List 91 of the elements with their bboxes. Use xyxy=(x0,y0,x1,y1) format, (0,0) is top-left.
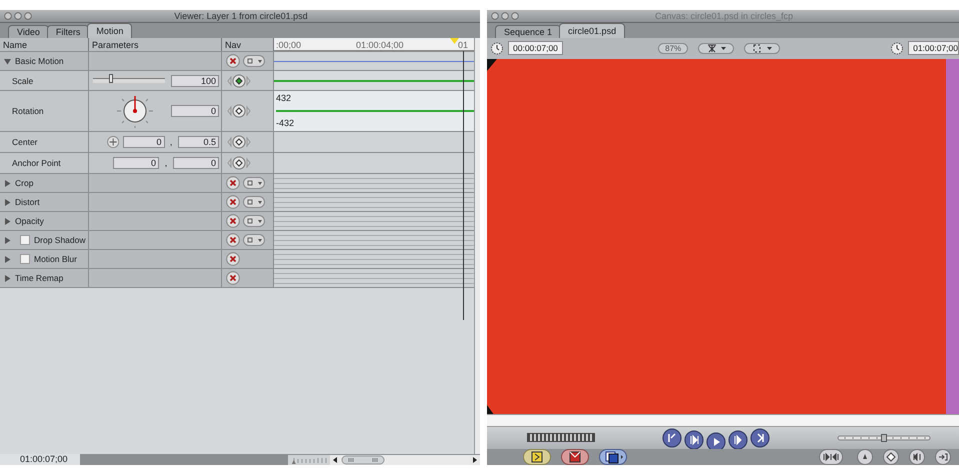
timecode-field[interactable]: 01:00:07;00 xyxy=(908,41,959,56)
row-label: Basic Motion xyxy=(15,56,64,66)
column-header: Name xyxy=(3,40,28,50)
disclosure-triangle-icon[interactable] xyxy=(4,180,11,186)
overlay-popup[interactable] xyxy=(698,42,734,54)
reset-icon[interactable] xyxy=(226,214,240,228)
row-label: Rotation xyxy=(12,106,44,116)
view-popup[interactable] xyxy=(744,42,780,54)
crosshair-button-icon[interactable] xyxy=(106,135,120,149)
value-field[interactable]: 100 xyxy=(171,74,219,86)
value-field[interactable]: 0.5 xyxy=(178,136,219,148)
shuttle-slider[interactable] xyxy=(837,434,931,442)
reset-icon[interactable] xyxy=(226,54,240,68)
insert-edit-icon[interactable] xyxy=(523,448,551,465)
window-title: Viewer: Layer 1 from circle01.psd xyxy=(173,11,309,21)
export-icon[interactable] xyxy=(935,448,951,465)
horizontal-scroll-bar[interactable] xyxy=(340,454,470,464)
expanded-triangle-icon[interactable] xyxy=(4,58,11,64)
keyframe-button-icon[interactable] xyxy=(226,104,252,118)
column-header: Parameters xyxy=(92,40,139,50)
zoom-slider[interactable] xyxy=(288,454,330,464)
play-in-to-out-icon[interactable] xyxy=(684,430,704,450)
row-label: Anchor Point xyxy=(12,158,61,168)
clock-icon xyxy=(490,41,504,56)
marker-icon[interactable] xyxy=(857,448,873,465)
tab[interactable]: Filters xyxy=(46,25,90,38)
scroll-right-icon[interactable] xyxy=(470,454,480,464)
ruler-label: :00;00 xyxy=(276,40,302,50)
tab[interactable]: Video xyxy=(8,25,49,38)
disclosure-triangle-icon[interactable] xyxy=(4,274,11,282)
row-label: Time Remap xyxy=(15,273,64,283)
popup-menu-icon[interactable] xyxy=(243,55,265,67)
row-label: Drop Shadow xyxy=(34,235,86,245)
slider-thumb[interactable] xyxy=(108,74,113,83)
row-label: Scale xyxy=(12,76,34,86)
zoom-popup[interactable]: 87% xyxy=(658,42,688,54)
timecode-field[interactable]: 00:00:07;00 xyxy=(508,41,563,56)
overwrite-edit-icon[interactable] xyxy=(561,448,589,465)
ruler-label: 01 xyxy=(458,40,468,50)
value-field[interactable]: 0 xyxy=(113,157,159,169)
graph-label: -432 xyxy=(276,118,296,128)
tab[interactable]: circle01.psd xyxy=(559,22,626,38)
separator-text: , xyxy=(168,137,174,147)
scroll-bar[interactable] xyxy=(474,38,480,454)
popup-menu-icon[interactable] xyxy=(243,177,265,189)
tab[interactable]: Sequence 1 xyxy=(495,24,562,38)
reset-icon[interactable] xyxy=(226,271,240,285)
checkbox[interactable] xyxy=(20,235,30,245)
jog-control[interactable] xyxy=(527,433,595,442)
ruler-label: 01:00:04;00 xyxy=(356,40,404,50)
keyframe-button-icon[interactable] xyxy=(226,135,252,149)
disclosure-triangle-icon[interactable] xyxy=(4,198,11,206)
match-frame-icon[interactable] xyxy=(819,448,843,465)
tab[interactable]: Motion xyxy=(87,23,132,38)
slider-thumb[interactable] xyxy=(292,460,296,464)
disclosure-triangle-icon[interactable] xyxy=(4,256,11,262)
keyframe-icon[interactable] xyxy=(883,448,899,465)
clock-icon xyxy=(890,41,904,56)
reset-icon[interactable] xyxy=(226,252,240,266)
row-label: Opacity xyxy=(15,216,44,226)
disclosure-triangle-icon[interactable] xyxy=(4,218,11,224)
reset-icon[interactable] xyxy=(226,233,240,247)
row-label: Motion Blur xyxy=(34,254,77,264)
graph-label: 432 xyxy=(276,93,292,103)
value-field[interactable]: 0 xyxy=(171,105,219,117)
row-label: Center xyxy=(12,137,38,147)
go-to-end-icon[interactable] xyxy=(750,428,770,448)
keyframe-button-icon[interactable] xyxy=(226,74,252,88)
column-header: Nav xyxy=(225,40,242,50)
reset-icon[interactable] xyxy=(226,176,240,190)
replace-edit-icon[interactable] xyxy=(599,448,627,465)
popup-menu-icon[interactable] xyxy=(243,234,265,246)
row-label: Crop xyxy=(15,178,34,188)
row-label: Distort xyxy=(15,197,40,207)
timecode-field[interactable]: 01:00:07;00 xyxy=(0,454,80,465)
reset-icon[interactable] xyxy=(226,195,240,209)
popup-menu-icon[interactable] xyxy=(243,215,265,227)
disclosure-triangle-icon[interactable] xyxy=(4,236,11,244)
overlay-icon xyxy=(705,44,728,53)
scroll-left-icon[interactable] xyxy=(330,454,340,464)
checkbox[interactable] xyxy=(20,254,30,264)
go-to-start-icon[interactable] xyxy=(662,428,682,448)
play-around-icon[interactable] xyxy=(728,430,748,450)
mark-clip-icon[interactable] xyxy=(909,448,925,465)
keyframe-button-icon[interactable] xyxy=(226,156,252,170)
popup-menu-icon[interactable] xyxy=(243,196,265,208)
value-field[interactable]: 0 xyxy=(173,157,219,169)
separator-text: , xyxy=(164,158,168,168)
slider-thumb[interactable] xyxy=(881,434,887,442)
frame-icon xyxy=(751,44,774,53)
value-field[interactable]: 0 xyxy=(123,136,165,148)
